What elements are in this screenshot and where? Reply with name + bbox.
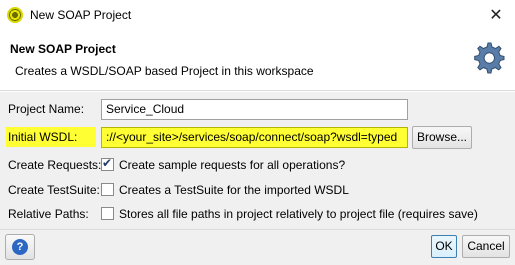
- create-testsuite-checkbox[interactable]: [101, 183, 114, 196]
- dialog-description: Creates a WSDL/SOAP based Project in thi…: [15, 64, 314, 78]
- create-requests-checkbox[interactable]: ✔: [101, 156, 114, 171]
- relative-paths-label: Relative Paths:: [8, 207, 89, 221]
- create-requests-text: Create sample requests for all operation…: [119, 158, 346, 172]
- create-testsuite-row: Create TestSuite: Creates a TestSuite fo…: [0, 178, 515, 202]
- create-requests-row: Create Requests: ✔ Create sample request…: [0, 153, 515, 177]
- cancel-button[interactable]: Cancel: [462, 235, 510, 258]
- soapui-app-icon: [7, 7, 23, 23]
- dialog-heading: New SOAP Project: [10, 42, 116, 56]
- button-bar: ? OK Cancel: [0, 229, 515, 265]
- relative-paths-checkbox[interactable]: [101, 207, 114, 220]
- gear-icon: [474, 42, 505, 74]
- close-button[interactable]: ✕: [485, 4, 507, 26]
- ok-button[interactable]: OK: [431, 235, 457, 258]
- dialog-header: New SOAP Project Creates a WSDL/SOAP bas…: [0, 30, 515, 91]
- window-title: New SOAP Project: [30, 8, 132, 22]
- create-testsuite-text: Creates a TestSuite for the imported WSD…: [119, 183, 349, 197]
- title-bar: New SOAP Project ✕: [0, 0, 515, 30]
- create-requests-label: Create Requests:: [8, 158, 102, 172]
- project-name-input[interactable]: Service_Cloud: [101, 99, 408, 120]
- initial-wsdl-label: Initial WSDL:: [6, 127, 96, 147]
- relative-paths-row: Relative Paths: Stores all file paths in…: [0, 202, 515, 226]
- initial-wsdl-input[interactable]: ://<your_site>/services/soap/connect/soa…: [101, 127, 408, 148]
- project-form: Project Name: Service_Cloud Initial WSDL…: [0, 92, 515, 229]
- initial-wsdl-row: Initial WSDL: ://<your_site>/services/so…: [0, 125, 515, 149]
- checkmark-icon: ✔: [102, 156, 113, 170]
- project-name-row: Project Name: Service_Cloud: [0, 97, 515, 121]
- browse-button[interactable]: Browse...: [412, 126, 472, 149]
- relative-paths-text: Stores all file paths in project relativ…: [119, 207, 478, 221]
- project-name-label: Project Name:: [8, 102, 85, 116]
- create-testsuite-label: Create TestSuite:: [8, 183, 100, 197]
- help-icon: ?: [12, 239, 28, 255]
- help-button[interactable]: ?: [5, 234, 35, 260]
